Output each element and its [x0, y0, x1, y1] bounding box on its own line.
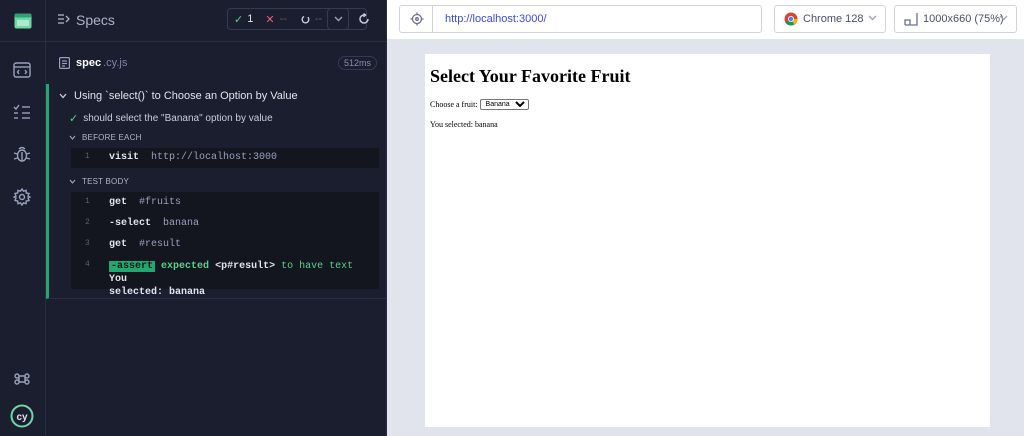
- file-icon: [59, 57, 70, 69]
- cypress-logo[interactable]: cy: [9, 403, 35, 429]
- command-number: 1: [85, 197, 90, 206]
- assert-value-part2: selected: banana: [109, 287, 206, 298]
- specs-title[interactable]: Specs: [76, 12, 115, 28]
- choose-label: Choose a fruit:: [430, 100, 478, 109]
- command-arg: #fruits: [139, 197, 182, 208]
- reload-icon: [359, 13, 369, 24]
- suite-title-text: Using `select()` to Choose an Option by …: [74, 90, 298, 102]
- specs-list-icon: [13, 62, 31, 78]
- pending-count: --: [314, 13, 323, 25]
- command-number: 3: [85, 239, 90, 248]
- passed-count: 1: [247, 13, 254, 25]
- command-arg: #result: [139, 239, 182, 250]
- spec-name: spec: [76, 57, 102, 69]
- test-body-commands: 1 get #fruits 2 -select banana 3 get #re…: [71, 192, 379, 298]
- specs-menu-icon[interactable]: [57, 13, 71, 25]
- assert-matcher: to have text: [281, 261, 354, 272]
- nav-runs-button[interactable]: [12, 102, 32, 122]
- keyboard-shortcuts-button[interactable]: [12, 369, 32, 389]
- pending-icon: [301, 15, 310, 24]
- command-number: 1: [85, 152, 90, 161]
- before-each-commands: 1 visit http://localhost:3000: [71, 148, 379, 168]
- chrome-icon: [784, 12, 798, 26]
- test-title[interactable]: ✓ should select the "Banana" option by v…: [69, 112, 273, 125]
- viewport-size: 1000x660 (75%): [923, 13, 1004, 25]
- suite-title[interactable]: Using `select()` to Choose an Option by …: [59, 90, 298, 102]
- runs-icon: [13, 104, 30, 119]
- options-dropdown-button[interactable]: [327, 8, 349, 30]
- assert-element: <p#result>: [215, 261, 276, 272]
- test-suite: Using `select()` to Choose an Option by …: [46, 84, 387, 299]
- viewport-icon: [904, 13, 918, 26]
- reporter-panel: Specs ✓ 1 ✕ -- -- spec .cy.js 512ms Usin…: [46, 0, 387, 436]
- keyboard-shortcuts-icon: [14, 373, 30, 385]
- url-text: http://localhost:3000/: [445, 13, 547, 25]
- viewport-selector[interactable]: 1000x660 (75%): [894, 5, 1017, 33]
- spec-file-name: spec .cy.js: [76, 57, 127, 69]
- browser-selector[interactable]: Chrome 128: [774, 5, 886, 33]
- test-body-text: TEST BODY: [82, 177, 129, 186]
- chevron-down-icon: [868, 15, 877, 21]
- before-each-hook-label[interactable]: BEFORE EACH: [69, 133, 142, 142]
- fruit-chooser: Choose a fruit: Banana: [430, 99, 529, 110]
- url-bar[interactable]: http://localhost:3000/: [432, 5, 762, 33]
- chevron-down-icon: [999, 15, 1008, 21]
- cypress-logo-icon: cy: [10, 404, 34, 428]
- failed-count: --: [279, 13, 287, 25]
- before-each-text: BEFORE EACH: [82, 133, 142, 142]
- command-name: visit: [109, 152, 140, 163]
- spec-extension: .cy.js: [103, 57, 128, 69]
- app-under-test-frame: Select Your Favorite Fruit Choose a frui…: [425, 54, 990, 427]
- rerun-button[interactable]: [353, 8, 375, 30]
- cross-icon: ✕: [265, 13, 275, 26]
- assert-badge: -assert: [109, 261, 156, 272]
- browser-name: Chrome 128: [803, 13, 864, 25]
- check-icon: ✓: [234, 13, 244, 26]
- chevron-down-icon: [69, 179, 76, 184]
- spec-duration-badge: 512ms: [338, 56, 378, 70]
- check-icon: ✓: [69, 113, 79, 125]
- test-body-label[interactable]: TEST BODY: [69, 177, 129, 186]
- fruit-select[interactable]: Banana: [479, 99, 529, 110]
- assert-value-part1: You: [109, 274, 128, 285]
- settings-icon: [13, 188, 31, 206]
- debug-icon: [13, 146, 31, 162]
- left-nav-rail: cy: [0, 0, 46, 436]
- spec-file-row[interactable]: spec .cy.js 512ms: [46, 48, 387, 78]
- chevron-down-icon: [59, 93, 67, 99]
- test-title-text: should select the "Banana" option by val…: [83, 113, 273, 124]
- command-arg: http://localhost:3000: [151, 152, 278, 163]
- command-number: 2: [85, 218, 90, 227]
- nav-debug-button[interactable]: [12, 144, 32, 164]
- command-name: -select: [109, 218, 152, 229]
- nav-specs-button[interactable]: [12, 60, 32, 80]
- nav-settings-button[interactable]: [12, 187, 32, 207]
- chevron-down-icon: [334, 16, 342, 22]
- command-number: 4: [85, 260, 90, 269]
- reporter-header: Specs ✓ 1 ✕ -- --: [46, 0, 386, 42]
- svg-text:cy: cy: [16, 412, 28, 423]
- assert-command-row[interactable]: 4 -assert expected <p#result> to have te…: [71, 260, 379, 298]
- app-logo: [0, 0, 46, 42]
- command-arg: banana: [163, 218, 200, 229]
- command-name: get: [109, 239, 128, 250]
- result-text: You selected: banana: [430, 120, 498, 129]
- page-heading: Select Your Favorite Fruit: [430, 66, 631, 86]
- browser-toolbar: http://localhost:3000/ Chrome 128 1000x6…: [387, 0, 1024, 40]
- selector-playground-button[interactable]: [399, 5, 433, 33]
- chevron-down-icon: [69, 135, 76, 140]
- app-logo-icon: [14, 13, 32, 28]
- crosshair-icon: [410, 12, 423, 26]
- command-name: get: [109, 197, 128, 208]
- assert-expected: expected: [161, 261, 210, 272]
